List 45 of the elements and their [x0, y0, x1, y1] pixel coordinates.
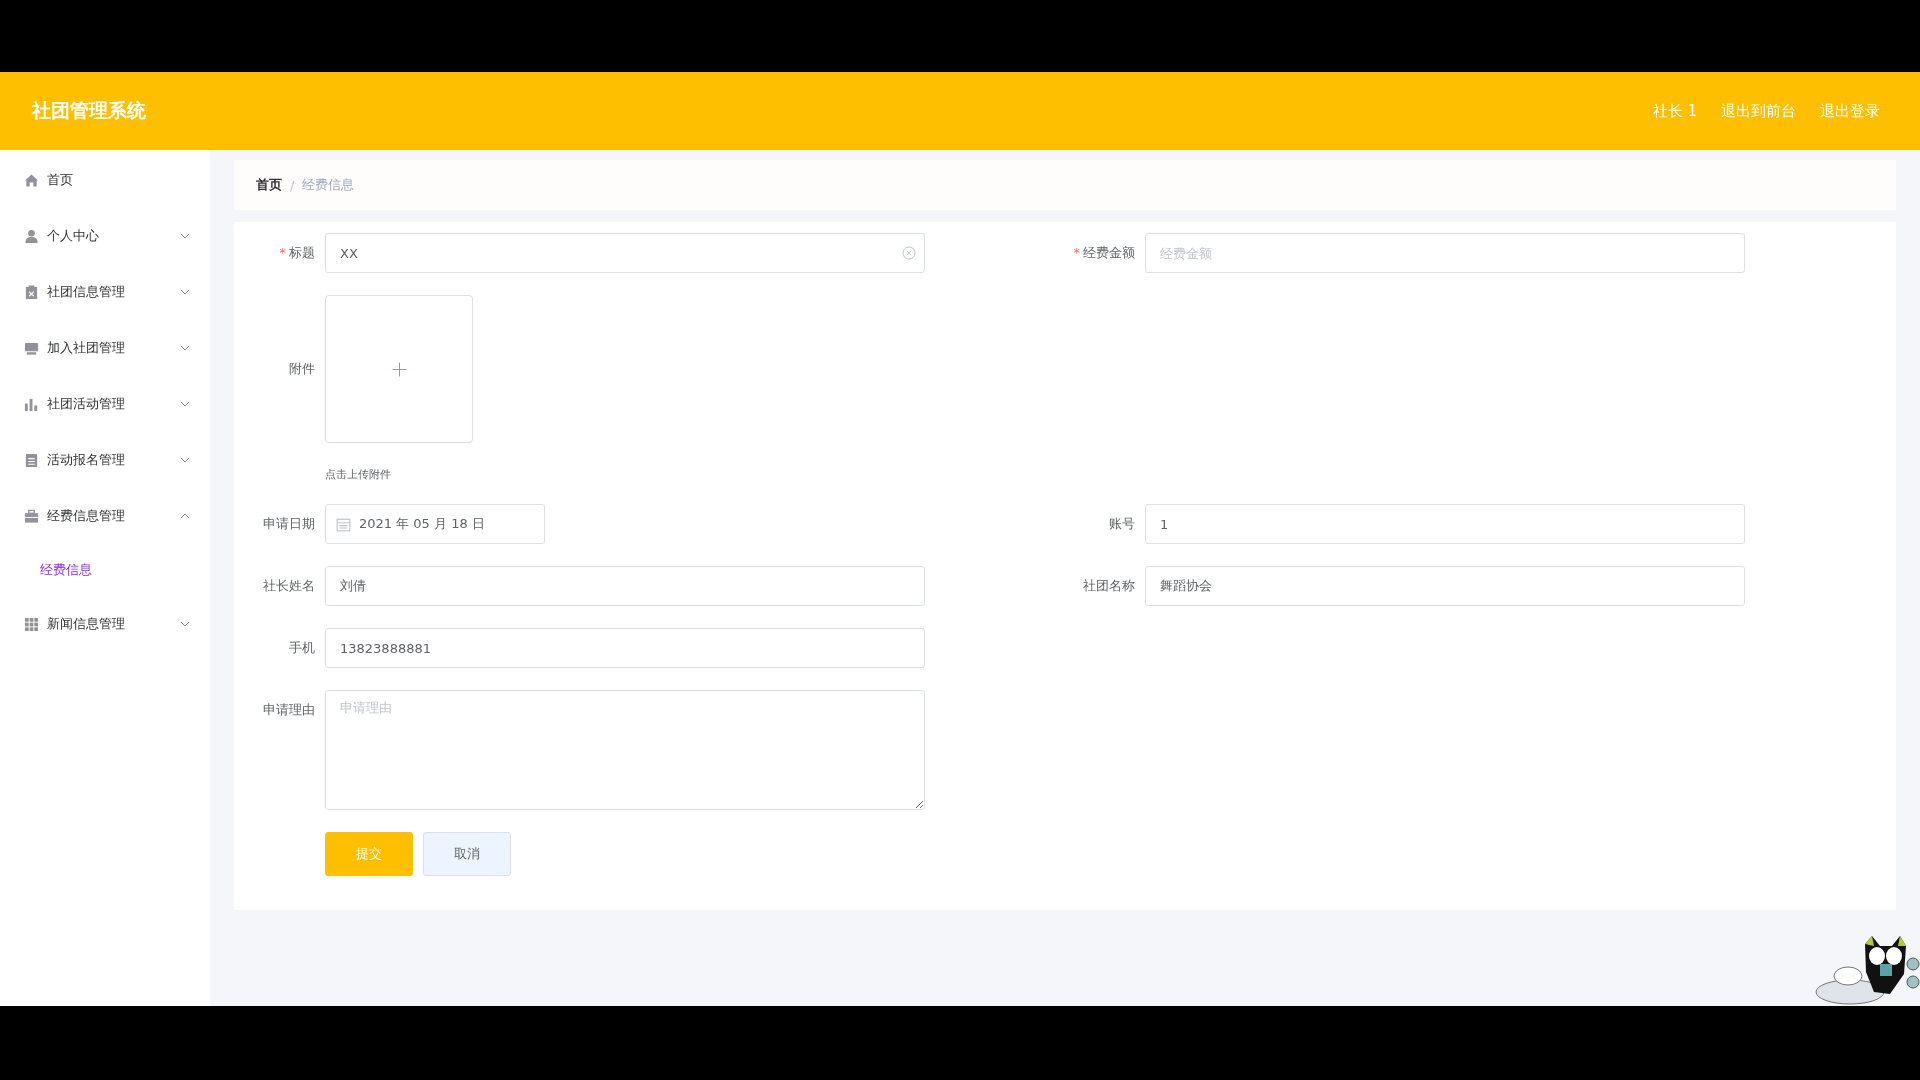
- upload-box[interactable]: [325, 295, 473, 443]
- plus-icon: [391, 361, 407, 377]
- required-mark: *: [1073, 245, 1080, 260]
- menu-item[interactable]: 首页: [0, 152, 210, 208]
- field-label: 申请理由: [262, 701, 316, 719]
- menu-item[interactable]: 社团信息管理: [0, 264, 210, 320]
- cancel-button[interactable]: 取消: [423, 832, 511, 876]
- submenu-item[interactable]: 经费信息: [0, 544, 210, 596]
- house-icon: [24, 172, 39, 188]
- field-label: 标题: [289, 245, 315, 260]
- bar-chart-icon: [24, 396, 39, 412]
- date-field[interactable]: 2021 年 05 月 18 日: [325, 504, 545, 544]
- field-label: 申请日期: [262, 515, 316, 533]
- field-label: 经费金额: [1083, 245, 1135, 260]
- menu-item[interactable]: 活动报名管理: [0, 432, 210, 488]
- text-field[interactable]: 舞蹈协会: [1145, 566, 1745, 606]
- text-field[interactable]: 1: [1145, 504, 1745, 544]
- textarea-field[interactable]: 申请理由: [325, 690, 925, 810]
- text-field[interactable]: XX: [325, 233, 925, 273]
- field-label: 社长姓名: [262, 577, 316, 595]
- text-field[interactable]: 刘倩: [325, 566, 925, 606]
- breadcrumb-separator: /: [290, 177, 295, 193]
- briefcase-icon: [24, 508, 39, 524]
- field-label: 手机: [288, 639, 316, 657]
- breadcrumb-item: 经费信息: [302, 176, 355, 194]
- required-mark: *: [279, 245, 286, 260]
- breadcrumb-item[interactable]: 首页: [256, 176, 282, 194]
- menu-item[interactable]: 社团活动管理: [0, 376, 210, 432]
- menu-item[interactable]: 个人中心: [0, 208, 210, 264]
- menu-item[interactable]: 加入社团管理: [0, 320, 210, 376]
- upload-hint: 点击上传附件: [325, 467, 392, 482]
- menu-item[interactable]: 经费信息管理: [0, 488, 210, 544]
- calendar-icon: [336, 516, 351, 532]
- app-title: 社团管理系统: [32, 98, 146, 123]
- monitor-icon: [24, 340, 39, 356]
- text-field[interactable]: 经费金额: [1145, 233, 1745, 273]
- document-icon: [24, 452, 39, 468]
- text-field[interactable]: 13823888881: [325, 628, 925, 668]
- person-icon: [24, 228, 39, 244]
- field-label: 附件: [288, 360, 316, 378]
- field-label: 账号: [1108, 515, 1136, 533]
- clipboard-icon: [24, 284, 39, 300]
- menu-item[interactable]: 新闻信息管理: [0, 596, 210, 652]
- field-label: 社团名称: [1082, 577, 1136, 595]
- grid-icon: [24, 616, 39, 632]
